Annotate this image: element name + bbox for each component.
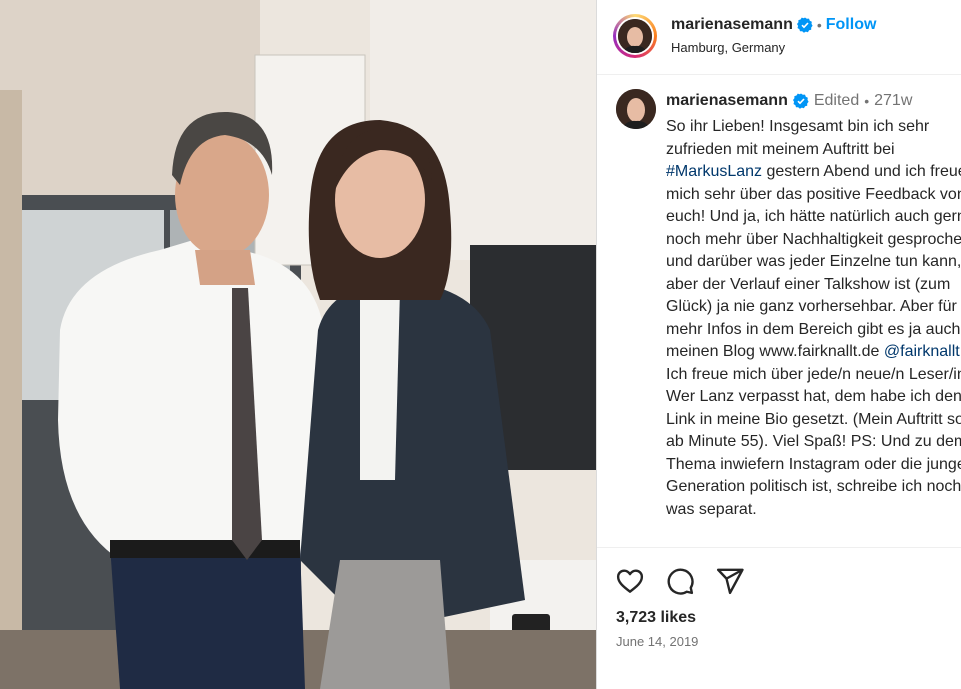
caption-text-part: So ihr Lieben! Insgesamt bin ich sehr zu… — [666, 118, 934, 158]
post-photo[interactable] — [0, 0, 596, 689]
comment-icon[interactable] — [665, 566, 695, 596]
caption-text: So ihr Lieben! Insgesamt bin ich sehr zu… — [666, 116, 961, 521]
share-icon[interactable] — [715, 566, 745, 596]
post-sidebar: marienasemann • Follow Hamburg, Germany … — [596, 0, 961, 689]
verified-badge-icon — [792, 93, 809, 109]
caption-text-part: gestern Abend und ich freue mich sehr üb… — [666, 163, 961, 360]
caption-avatar[interactable] — [616, 89, 656, 129]
mention-link[interactable]: @fairknallt — [884, 343, 960, 360]
post-image — [0, 0, 596, 689]
caption-meta-row: marienasemann Edited • 271w — [666, 92, 912, 110]
caption-text-part: ! Ich freue mich über jede/n neue/n Lese… — [666, 365, 961, 518]
header-username[interactable]: marienasemann — [671, 16, 793, 34]
caption-username[interactable]: marienasemann — [666, 92, 788, 110]
follow-button[interactable]: Follow — [826, 16, 877, 34]
story-ring-avatar[interactable] — [613, 14, 657, 58]
post-age[interactable]: 271w — [874, 92, 912, 110]
post-location[interactable]: Hamburg, Germany — [671, 40, 785, 55]
caption-section[interactable]: marienasemann Edited • 271w So ihr Liebe… — [597, 75, 961, 547]
action-bar — [615, 566, 745, 596]
hashtag-link[interactable]: #MarkusLanz — [666, 163, 762, 180]
post-date[interactable]: June 14, 2019 — [616, 634, 698, 649]
avatar — [618, 19, 652, 53]
separator-dot: • — [816, 17, 822, 33]
post-header: marienasemann • Follow Hamburg, Germany — [597, 0, 961, 75]
edited-label: Edited — [813, 92, 860, 109]
heart-icon[interactable] — [615, 566, 645, 596]
verified-badge-icon — [796, 17, 813, 33]
header-user-row: marienasemann • Follow — [671, 16, 876, 34]
likes-count[interactable]: 3,723 likes — [616, 609, 696, 627]
divider — [597, 547, 961, 548]
separator-dot: • — [864, 93, 870, 109]
